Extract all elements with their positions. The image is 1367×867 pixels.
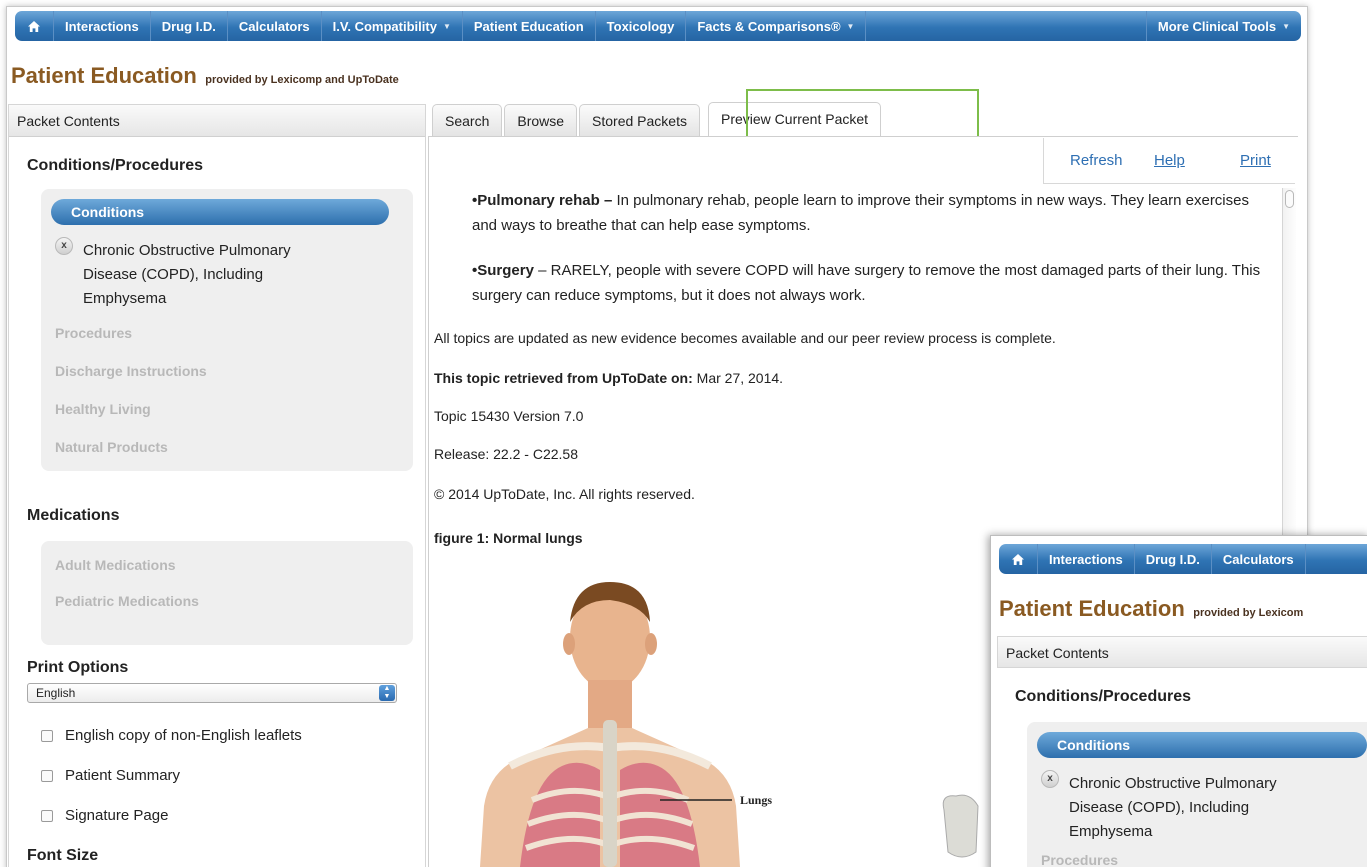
conditions-procedures-heading: Conditions/Procedures <box>27 157 204 174</box>
chevron-down-icon: ▼ <box>442 21 451 31</box>
nav-facts-comparisons[interactable]: Facts & Comparisons® ▼ <box>686 11 867 41</box>
tab-browse[interactable]: Browse <box>504 104 578 136</box>
refresh-link[interactable]: Refresh <box>1070 152 1123 169</box>
release-info: Release: 22.2 - C22.58 <box>434 446 578 462</box>
remove-icon[interactable]: x <box>55 237 73 255</box>
nav-more-label: More Clinical Tools <box>1157 18 1277 34</box>
page-title-main: Patient Education <box>11 63 197 88</box>
conditions-pill[interactable]: Conditions <box>51 199 389 225</box>
page-title: Patient Education provided by Lexicomp a… <box>11 63 399 89</box>
help-link[interactable]: Help <box>1154 152 1185 169</box>
nav-patient-education[interactable]: Patient Education <box>463 11 596 41</box>
bullet-title: •Surgery <box>472 262 534 279</box>
nav-iv-compatibility[interactable]: I.V. Compatibility ▼ <box>322 11 463 41</box>
preview-toolbar: Refresh Help Print <box>1043 138 1295 184</box>
language-select[interactable]: English ▲ ▼ <box>27 683 397 703</box>
inset-packet-item-title[interactable]: Chronic Obstructive Pulmonary Disease (C… <box>1069 772 1309 844</box>
home-icon[interactable] <box>15 11 54 41</box>
inset-title-subtitle: provided by Lexicom <box>1193 607 1304 619</box>
nav-toxicology[interactable]: Toxicology <box>596 11 687 41</box>
nav-drug-id[interactable]: Drug I.D. <box>151 11 228 41</box>
medications-box: Adult Medications Pediatric Medications <box>41 541 413 645</box>
topic-version: Topic 15430 Version 7.0 <box>434 408 584 424</box>
scrollbar-thumb[interactable] <box>1285 190 1294 208</box>
nav-facts-label: Facts & Comparisons® <box>697 18 841 34</box>
nav-iv-label: I.V. Compatibility <box>332 18 437 34</box>
tab-stored-packets[interactable]: Stored Packets <box>579 104 700 136</box>
checkbox-box[interactable] <box>41 769 53 782</box>
font-size-heading: Font Size <box>27 847 99 864</box>
language-select-value: English <box>36 686 76 700</box>
nav-calculators[interactable]: Calculators <box>228 11 322 41</box>
retrieved-label: This topic retrieved from UpToDate on: <box>434 370 693 386</box>
checkbox-patient-summary[interactable]: Patient Summary <box>41 767 180 784</box>
home-icon[interactable] <box>999 544 1038 574</box>
chevron-down-icon: ▼ <box>1282 21 1290 31</box>
category-pediatric-medications[interactable]: Pediatric Medications <box>55 593 199 609</box>
category-discharge-instructions[interactable]: Discharge Instructions <box>55 363 207 379</box>
chevron-down-icon: ▼ <box>846 21 855 31</box>
inset-packet-item: x Chronic Obstructive Pulmonary Disease … <box>1041 770 1341 844</box>
packet-contents-header: Packet Contents <box>9 105 425 137</box>
packet-contents-sidebar: Packet Contents Conditions/Procedures Co… <box>8 104 426 867</box>
bullet-pulmonary-rehab: •Pulmonary rehab – In pulmonary rehab, p… <box>472 188 1272 238</box>
inset-title-main: Patient Education <box>999 596 1185 621</box>
checkbox-label: Signature Page <box>65 807 169 824</box>
top-navigation: Interactions Drug I.D. Calculators I.V. … <box>15 11 1301 41</box>
print-link[interactable]: Print <box>1240 152 1271 169</box>
category-healthy-living[interactable]: Healthy Living <box>55 401 151 417</box>
figure-title: figure 1: Normal lungs <box>434 530 583 546</box>
bullet-title: •Pulmonary rehab – <box>472 192 613 209</box>
category-adult-medications[interactable]: Adult Medications <box>55 557 176 573</box>
nav-interactions[interactable]: Interactions <box>54 11 151 41</box>
retrieved-date: Mar 27, 2014. <box>692 370 784 386</box>
bullet-surgery: •Surgery – RARELY, people with severe CO… <box>472 258 1272 308</box>
tab-search[interactable]: Search <box>432 104 503 136</box>
inset-packet-contents-header: Packet Contents <box>997 636 1367 668</box>
checkbox-box[interactable] <box>41 809 53 822</box>
inset-page-title: Patient Education provided by Lexicom <box>999 596 1303 622</box>
inset-nav-interactions[interactable]: Interactions <box>1038 544 1135 574</box>
normal-lungs-illustration: Lungs <box>480 582 979 867</box>
copyright: © 2014 UpToDate, Inc. All rights reserve… <box>434 486 695 502</box>
nav-more-clinical-tools[interactable]: More Clinical Tools ▼ <box>1145 11 1301 41</box>
select-arrows-icon: ▲ ▼ <box>379 685 395 701</box>
category-natural-products[interactable]: Natural Products <box>55 439 168 455</box>
inset-nav-drug-id[interactable]: Drug I.D. <box>1135 544 1212 574</box>
figure-label-lungs: Lungs <box>740 793 772 807</box>
print-options-heading: Print Options <box>27 659 129 676</box>
checkbox-label: English copy of non-English leaflets <box>65 727 302 744</box>
category-procedures[interactable]: Procedures <box>55 325 132 341</box>
inset-conditions-pill[interactable]: Conditions <box>1037 732 1367 758</box>
inset-category-procedures[interactable]: Procedures <box>1041 852 1118 867</box>
remove-icon[interactable]: x <box>1041 770 1059 788</box>
checkbox-label: Patient Summary <box>65 767 181 784</box>
medications-heading: Medications <box>27 507 120 524</box>
zoomed-inset-window: Interactions Drug I.D. Calculators Patie… <box>990 535 1367 867</box>
retrieved-line: This topic retrieved from UpToDate on: M… <box>434 370 783 386</box>
inset-navigation: Interactions Drug I.D. Calculators <box>999 544 1367 574</box>
checkbox-box[interactable] <box>41 729 53 742</box>
checkbox-signature-page[interactable]: Signature Page <box>41 807 168 824</box>
inset-nav-calculators[interactable]: Calculators <box>1212 544 1306 574</box>
page-title-subtitle: provided by Lexicomp and UpToDate <box>205 74 399 86</box>
inset-conditions-heading: Conditions/Procedures <box>1015 688 1192 705</box>
checkbox-english-copy[interactable]: English copy of non-English leaflets <box>41 727 302 744</box>
update-note: All topics are updated as new evidence b… <box>434 330 1056 346</box>
bullet-text: – RARELY, people with severe COPD will h… <box>472 262 1261 304</box>
conditions-box: Conditions x Chronic Obstructive Pulmona… <box>41 189 413 471</box>
packet-item: x Chronic Obstructive Pulmonary Disease … <box>55 237 375 311</box>
packet-item-title[interactable]: Chronic Obstructive Pulmonary Disease (C… <box>83 239 343 311</box>
inset-conditions-box: Conditions x Chronic Obstructive Pulmona… <box>1027 722 1367 867</box>
